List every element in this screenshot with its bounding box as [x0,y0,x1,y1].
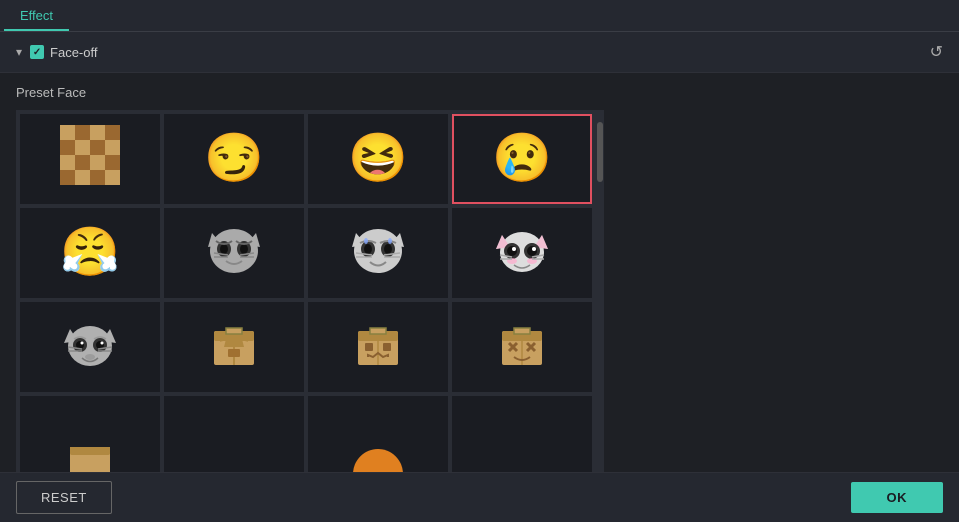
scrollbar-thumb[interactable] [597,122,603,182]
tab-bar: Effect [0,0,959,32]
emoji-cell-mosaic[interactable] [20,114,160,204]
emoji-cell-box-plain[interactable] [164,302,304,392]
emoji-cry-icon: 😢 [492,135,552,183]
emoji-cell-angry-cat[interactable] [164,208,304,298]
emoji-box-plain-icon [204,313,264,382]
emoji-partial-1-icon [60,444,120,472]
ok-button[interactable]: OK [851,482,944,513]
bottom-bar: RESET OK [0,472,959,522]
emoji-grid-container: 😏 😆 😢 😤 [16,110,943,472]
emoji-mosaic-icon [60,125,120,194]
emoji-cell-partial-2[interactable] [164,396,304,472]
emoji-cell-crying-cat[interactable] [308,208,448,298]
preset-face-section: Preset Face [0,73,959,472]
emoji-box-face-icon [348,313,408,382]
face-off-label: Face-off [50,45,97,60]
face-off-checkbox[interactable] [30,45,44,59]
emoji-partial-3-icon [348,449,408,472]
emoji-laugh-icon: 😆 [348,135,408,183]
emoji-smirk-icon: 😏 [204,135,264,183]
emoji-angry-face-icon: 😤 [60,229,120,277]
emoji-grid: 😏 😆 😢 😤 [16,110,596,472]
reset-button[interactable]: RESET [16,481,112,514]
emoji-cell-angry-face[interactable]: 😤 [20,208,160,298]
tab-effect[interactable]: Effect [4,2,69,31]
emoji-cell-partial-3[interactable] [308,396,448,472]
emoji-partial-2-icon [204,449,264,472]
scrollbar[interactable] [596,110,604,472]
preset-face-label: Preset Face [16,85,943,100]
emoji-gray-cat-icon [60,313,120,382]
emoji-cell-cry[interactable]: 😢 [452,114,592,204]
chevron-down-icon[interactable]: ▾ [16,45,22,59]
emoji-cell-cute-cat[interactable] [452,208,592,298]
emoji-cell-box-x[interactable] [452,302,592,392]
emoji-partial-4-icon [492,449,552,472]
section-reset-icon[interactable]: ↺ [930,42,943,62]
emoji-cell-laugh[interactable]: 😆 [308,114,448,204]
emoji-cell-gray-cat[interactable] [20,302,160,392]
emoji-cell-partial-4[interactable] [452,396,592,472]
face-off-toggle[interactable]: Face-off [30,45,922,60]
emoji-cute-cat-icon [492,219,552,288]
section-header: ▾ Face-off ↺ [0,32,959,73]
emoji-cell-smirk[interactable]: 😏 [164,114,304,204]
emoji-box-x-icon [492,313,552,382]
emoji-cell-partial-1[interactable] [20,396,160,472]
main-content: ▾ Face-off ↺ Preset Face [0,32,959,472]
emoji-crying-cat-icon [348,219,408,288]
emoji-cell-box-face[interactable] [308,302,448,392]
emoji-angry-cat-icon [204,219,264,288]
